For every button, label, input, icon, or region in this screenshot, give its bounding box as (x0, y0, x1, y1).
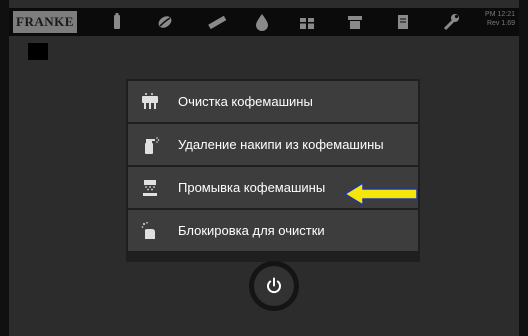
status-indicator (28, 43, 48, 60)
cleaning-lock-icon (140, 221, 160, 241)
cleaning-icon (140, 92, 160, 112)
menu-item-label: Удаление накипи из кофемашины (178, 137, 384, 152)
cup-icon[interactable] (345, 12, 365, 32)
franke-logo: FRANKE (13, 11, 77, 33)
menu-item-label: Блокировка для очистки (178, 223, 325, 238)
gift-icon[interactable] (297, 12, 317, 32)
menu-item-descaling[interactable]: Удаление накипи из кофемашины (128, 124, 418, 165)
cleaning-menu: Очистка кофемашины Удаление накипи из ко… (126, 79, 420, 262)
toolbar-icons (107, 12, 467, 32)
descale-spray-icon (140, 135, 160, 155)
rinse-icon (140, 178, 160, 198)
clock-readout: PM 12:21 Rev 1.69 (485, 10, 515, 28)
menu-item-cleaning[interactable]: Очистка кофемашины (128, 81, 418, 122)
menu-item-cleaning-lock[interactable]: Блокировка для очистки (128, 210, 418, 251)
highlight-arrow-icon (343, 181, 418, 207)
power-button[interactable] (249, 261, 299, 311)
power-button-face (254, 266, 294, 306)
tool-icon[interactable] (107, 12, 127, 32)
menu-item-label: Промывка кофемашины (178, 180, 326, 195)
ruler-icon[interactable] (207, 12, 227, 32)
drop-icon[interactable] (252, 12, 272, 32)
clock-time: PM 12:21 (485, 11, 515, 18)
wrench-icon[interactable] (441, 12, 461, 32)
top-toolbar: FRANKE PM 12:21 Rev 1.69 (9, 8, 519, 36)
software-revision: Rev 1.69 (486, 20, 515, 27)
menu-item-label: Очистка кофемашины (178, 94, 313, 109)
document-icon[interactable] (393, 12, 413, 32)
power-icon (267, 277, 281, 294)
beans-icon[interactable] (155, 12, 175, 32)
